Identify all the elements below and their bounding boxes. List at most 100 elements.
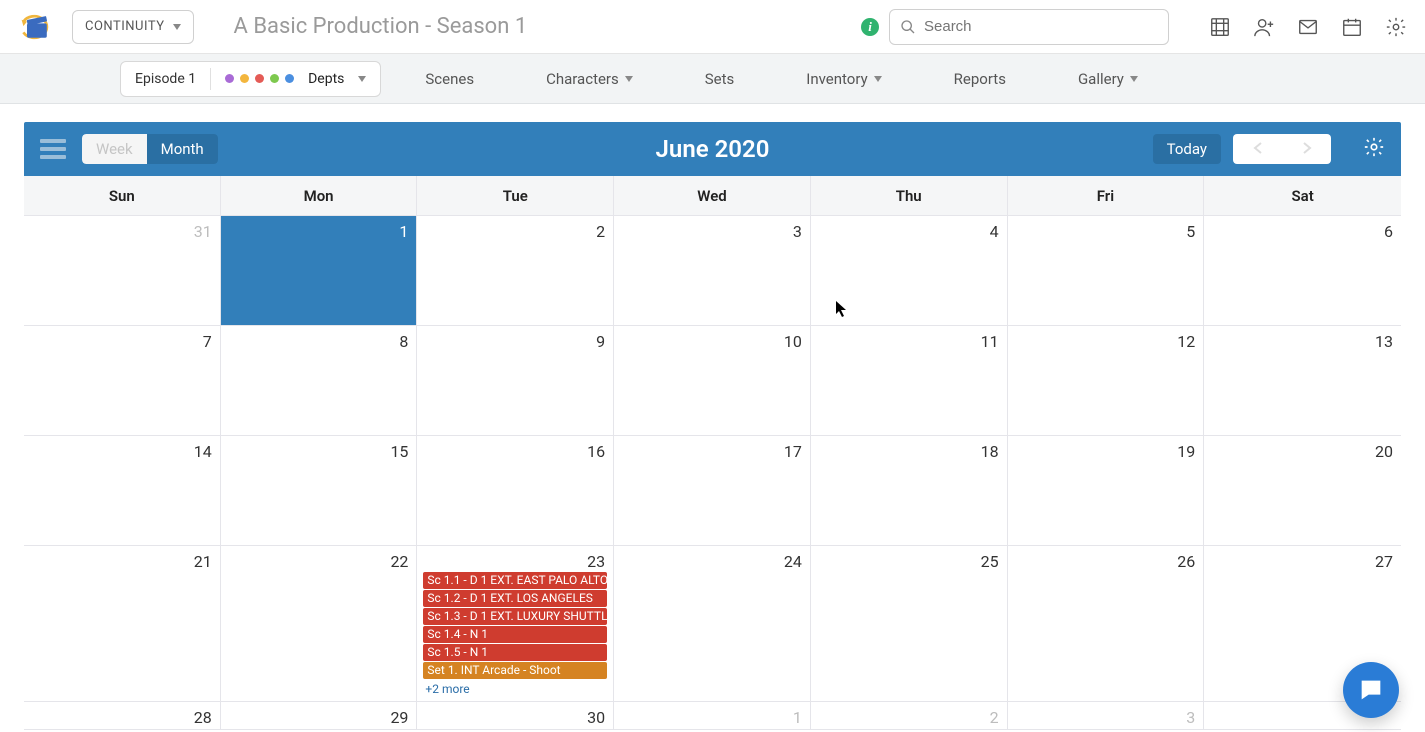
day-number: 2: [596, 222, 605, 241]
app-logo[interactable]: [18, 9, 54, 45]
day-number: 30: [587, 708, 605, 727]
calendar-event[interactable]: Sc 1.3 - D 1 EXT. LUXURY SHUTTL: [423, 608, 607, 625]
day-number: 15: [390, 442, 408, 461]
dept-dot: [240, 74, 249, 83]
calendar-cell[interactable]: 4: [811, 216, 1008, 326]
calendar-header: Week Month June 2020 Today: [24, 122, 1401, 176]
chat-bubble-icon[interactable]: [1343, 662, 1399, 718]
calendar-cell[interactable]: 18: [811, 436, 1008, 546]
day-number: 26: [1177, 552, 1195, 571]
calendar-cell[interactable]: 9: [417, 326, 614, 436]
subnav-item-characters[interactable]: Characters: [510, 70, 669, 88]
calendar-cell[interactable]: 28: [24, 702, 221, 730]
more-events-link[interactable]: +2 more: [423, 682, 607, 696]
day-number: 16: [587, 442, 605, 461]
today-button[interactable]: Today: [1153, 134, 1221, 164]
calendar-cell[interactable]: 16: [417, 436, 614, 546]
subnav-item-gallery[interactable]: Gallery: [1042, 70, 1174, 88]
calendar-cell[interactable]: 2: [417, 216, 614, 326]
calendar-event[interactable]: Set 1. INT Arcade - Shoot: [423, 662, 607, 679]
search-input[interactable]: [924, 18, 1158, 35]
day-number: 21: [194, 552, 212, 571]
calendar-cell[interactable]: 20: [1204, 436, 1401, 546]
info-icon[interactable]: i: [861, 18, 879, 36]
calendar-cell[interactable]: 5: [1008, 216, 1205, 326]
subnav-item-inventory[interactable]: Inventory: [770, 70, 917, 88]
day-number: 3: [1186, 708, 1195, 727]
top-icon-group: [1209, 16, 1407, 38]
calendar-cell[interactable]: 19: [1008, 436, 1205, 546]
calendar-cell[interactable]: 31: [24, 216, 221, 326]
gear-icon[interactable]: [1385, 16, 1407, 38]
mail-icon[interactable]: [1297, 16, 1319, 38]
events-list: Sc 1.1 - D 1 EXT. EAST PALO ALTOSc 1.2 -…: [423, 572, 607, 696]
dept-dot: [255, 74, 264, 83]
calendar-event[interactable]: Sc 1.2 - D 1 EXT. LOS ANGELES: [423, 590, 607, 607]
calendar-cell[interactable]: 24: [614, 546, 811, 702]
calendar-cell[interactable]: 2: [811, 702, 1008, 730]
subnav-item-sets[interactable]: Sets: [669, 70, 771, 88]
calendar-event[interactable]: Sc 1.4 - N 1: [423, 626, 607, 643]
calendar-gear-icon[interactable]: [1363, 136, 1385, 162]
calendar-cell[interactable]: 15: [221, 436, 418, 546]
calendar-cell[interactable]: 23Sc 1.1 - D 1 EXT. EAST PALO ALTOSc 1.2…: [417, 546, 614, 702]
calendar-cell[interactable]: 1: [221, 216, 418, 326]
calendar-cell[interactable]: 30: [417, 702, 614, 730]
calendar-cell[interactable]: 12: [1008, 326, 1205, 436]
calendar-cell[interactable]: 8: [221, 326, 418, 436]
day-number: 1: [793, 708, 802, 727]
calendar-cell[interactable]: 14: [24, 436, 221, 546]
page-title: A Basic Production - Season 1: [234, 14, 528, 39]
calendar-icon[interactable]: [1341, 16, 1363, 38]
next-arrow-icon[interactable]: [1301, 140, 1313, 159]
hamburger-icon[interactable]: [40, 139, 66, 159]
calendar-cell[interactable]: 1: [614, 702, 811, 730]
day-number: 4: [990, 222, 999, 241]
subnav-item-scenes[interactable]: Scenes: [389, 70, 510, 88]
dept-dot: [270, 74, 279, 83]
day-number: 11: [981, 332, 999, 351]
calendar-event[interactable]: Sc 1.5 - N 1: [423, 644, 607, 661]
day-number: 31: [194, 222, 212, 241]
day-number: 3: [793, 222, 802, 241]
day-number: 2: [990, 708, 999, 727]
calendar-cell[interactable]: 11: [811, 326, 1008, 436]
calendar-cell[interactable]: 10: [614, 326, 811, 436]
add-user-icon[interactable]: [1253, 16, 1275, 38]
calendar-cell[interactable]: 13: [1204, 326, 1401, 436]
episode-selector[interactable]: Episode 1 Depts: [120, 61, 381, 97]
calendar-cell[interactable]: 6: [1204, 216, 1401, 326]
calendar-event[interactable]: Sc 1.1 - D 1 EXT. EAST PALO ALTO: [423, 572, 607, 589]
calendar-day-headers: SunMonTueWedThuFriSat: [24, 176, 1401, 216]
module-dropdown[interactable]: CONTINUITY: [72, 10, 194, 44]
calendar-grid: 311234567891011121314151617181920212223S…: [24, 216, 1401, 730]
day-number: 23: [587, 552, 605, 571]
calendar-cell[interactable]: 25: [811, 546, 1008, 702]
search-input-wrap[interactable]: [889, 9, 1169, 45]
calendar-container: Week Month June 2020 Today SunMonTueWedT…: [0, 104, 1425, 730]
chevron-down-icon: [874, 76, 882, 82]
day-header: Sat: [1204, 176, 1401, 216]
day-number: 27: [1375, 552, 1393, 571]
calendar-cell[interactable]: 22: [221, 546, 418, 702]
day-number: 29: [390, 708, 408, 727]
view-toggle: Week Month: [82, 134, 218, 164]
calendar-cell[interactable]: 17: [614, 436, 811, 546]
subnav-item-label: Sets: [705, 70, 735, 88]
day-header: Sun: [24, 176, 221, 216]
calendar-cell[interactable]: 3: [1008, 702, 1205, 730]
subnav-item-reports[interactable]: Reports: [918, 70, 1042, 88]
calendar-cell[interactable]: 3: [614, 216, 811, 326]
film-icon[interactable]: [1209, 16, 1231, 38]
search-icon: [900, 19, 916, 35]
view-week-button[interactable]: Week: [82, 134, 147, 164]
day-number: 12: [1177, 332, 1195, 351]
calendar-cell[interactable]: 7: [24, 326, 221, 436]
view-month-button[interactable]: Month: [147, 134, 218, 164]
prev-arrow-icon[interactable]: [1252, 140, 1264, 159]
subnav-item-label: Scenes: [425, 70, 474, 88]
calendar-cell[interactable]: 26: [1008, 546, 1205, 702]
subnav-item-label: Characters: [546, 70, 619, 88]
calendar-cell[interactable]: 21: [24, 546, 221, 702]
calendar-cell[interactable]: 29: [221, 702, 418, 730]
